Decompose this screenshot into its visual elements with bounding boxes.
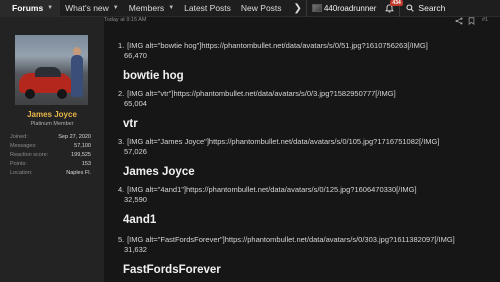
stat-reaction-score: Reaction score: 199,525	[10, 151, 91, 160]
stat-points: Points: 153	[10, 160, 91, 169]
entry-img-code: [IMG alt="vtr"]https://phantombullet.net…	[127, 89, 396, 98]
stat-value: 153	[81, 161, 91, 167]
nav-whats-new-label: What's new	[65, 3, 109, 13]
chevron-down-icon: ▼	[47, 5, 54, 11]
stat-label: Reaction score:	[10, 152, 49, 158]
post-number[interactable]: #1	[482, 17, 488, 23]
entry-img-code: [IMG alt="bowtie hog"]https://phantombul…	[127, 41, 428, 50]
entry-id: 57,026	[124, 147, 147, 156]
author-title: Platinum Member	[30, 121, 74, 127]
nav-latest-posts-label: Latest Posts	[184, 3, 231, 13]
user-menu[interactable]: 440roadrunner	[307, 0, 379, 17]
list-item: 5. [IMG alt="FastFordsForever"]https://p…	[118, 235, 498, 276]
nav-latest-posts[interactable]: Latest Posts	[179, 0, 236, 17]
entry-number: 4.	[118, 185, 125, 194]
list-item: 3. [IMG alt="James Joyce"]https://phanto…	[118, 137, 498, 178]
stat-value: Naples Fl.	[66, 170, 91, 176]
entry-number: 5.	[118, 235, 125, 244]
chevron-down-icon: ▼	[112, 5, 119, 11]
nav-members[interactable]: Members ▼	[124, 0, 179, 17]
entry-img-line: 5. [IMG alt="FastFordsForever"]https://p…	[118, 235, 498, 245]
entry-name: James Joyce	[123, 166, 195, 178]
avatar-car-window	[35, 67, 61, 77]
nav-new-posts-label: New Posts	[240, 3, 282, 13]
search-icon	[406, 4, 415, 12]
nav-whats-new[interactable]: What's new ▼	[60, 0, 124, 17]
entry-img-line: 4. [IMG alt="4and1"]https://phantombulle…	[118, 185, 498, 195]
entry-img-code: [IMG alt="4and1"]https://phantombullet.n…	[127, 185, 417, 194]
username: 440roadrunner	[323, 3, 377, 13]
entry-name: 4and1	[123, 214, 157, 226]
post-body: Today at 9:15 AM #1 1. [IMG alt="bowtie …	[104, 17, 500, 282]
nav-new-posts[interactable]: New Posts	[236, 0, 287, 17]
user-avatar	[311, 4, 322, 12]
entry-number: 1.	[118, 41, 125, 50]
entry-img-code: [IMG alt="James Joyce"]https://phantombu…	[127, 137, 440, 146]
author-avatar[interactable]	[15, 35, 88, 105]
entry-name: vtr	[123, 118, 138, 130]
nav-right-arrow-icon[interactable]: ❯	[290, 3, 306, 14]
entry-number: 3.	[118, 137, 125, 146]
stat-location: Location: Naples Fl.	[10, 169, 91, 178]
avatar-person	[71, 55, 83, 97]
entry-id: 32,590	[124, 195, 147, 204]
entry-id: 66,470	[124, 51, 147, 60]
stat-value: Sep 27, 2020	[58, 134, 91, 140]
bookmark-icon[interactable]	[468, 17, 475, 25]
entry-img-code: [IMG alt="FastFordsForever"]https://phan…	[127, 235, 455, 244]
entry-img-line: 1. [IMG alt="bowtie hog"]https://phantom…	[118, 41, 498, 51]
stat-label: Points:	[10, 161, 27, 167]
search-label: Search	[418, 3, 446, 13]
entry-id: 31,632	[124, 245, 147, 254]
post-timestamp[interactable]: Today at 9:15 AM	[104, 17, 147, 23]
entry-img-line: 2. [IMG alt="vtr"]https://phantombullet.…	[118, 89, 498, 99]
stat-label: Location:	[10, 170, 33, 176]
search-button[interactable]: Search	[400, 0, 449, 17]
avatar-wheel	[25, 89, 35, 99]
stat-messages: Messages: 57,100	[10, 142, 91, 151]
entry-name: FastFordsForever	[123, 264, 221, 276]
nav-forums[interactable]: Forums ▼	[0, 0, 61, 17]
alerts-badge: 434	[390, 0, 403, 6]
alerts-button[interactable]: 434	[379, 0, 403, 17]
stat-joined: Joined: Sep 27, 2020	[10, 133, 91, 142]
author-stats: Joined: Sep 27, 2020 Messages: 57,100 Re…	[10, 133, 91, 178]
entry-img-line: 3. [IMG alt="James Joyce"]https://phanto…	[118, 137, 498, 147]
stat-value: 199,525	[71, 152, 91, 158]
list-item: 4. [IMG alt="4and1"]https://phantombulle…	[118, 185, 498, 226]
avatar-wheel	[57, 89, 67, 99]
entry-id: 65,004	[124, 99, 147, 108]
stat-label: Joined:	[10, 134, 28, 140]
chevron-down-icon: ▼	[168, 5, 175, 11]
list-item: 1. [IMG alt="bowtie hog"]https://phantom…	[118, 41, 498, 82]
nav-forums-label: Forums	[12, 3, 44, 13]
entry-number: 2.	[118, 89, 125, 98]
share-icon[interactable]	[455, 17, 463, 25]
top-navigation: Forums ▼ What's new ▼ Members ▼ Latest P…	[0, 0, 500, 17]
entry-name: bowtie hog	[123, 70, 184, 82]
nav-members-label: Members	[128, 3, 165, 13]
list-item: 2. [IMG alt="vtr"]https://phantombullet.…	[118, 89, 498, 130]
stat-value: 57,100	[74, 143, 91, 149]
stat-label: Messages:	[10, 143, 37, 149]
author-sidebar: James Joyce Platinum Member Joined: Sep …	[0, 17, 104, 282]
author-name[interactable]: James Joyce	[0, 110, 104, 119]
